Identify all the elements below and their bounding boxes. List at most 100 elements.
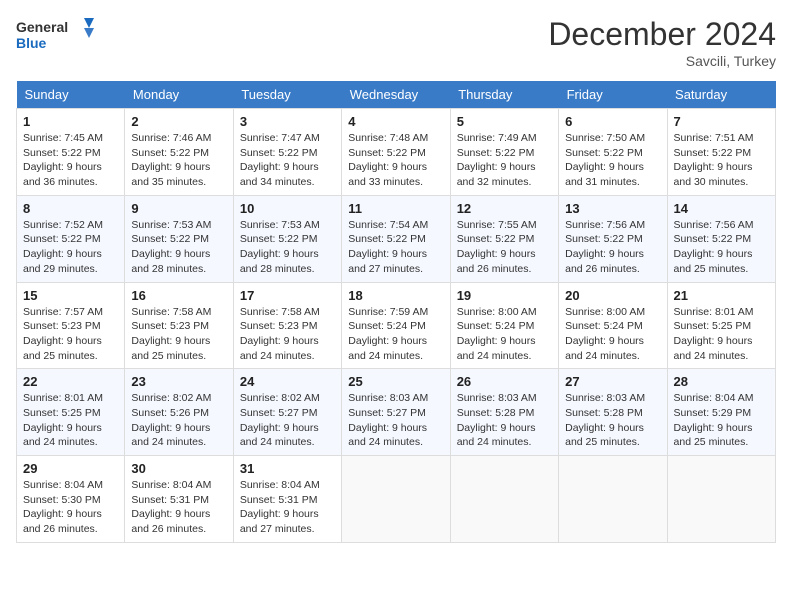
weekday-header-row: SundayMondayTuesdayWednesdayThursdayFrid… [17,81,776,109]
day-info: Sunrise: 7:57 AMSunset: 5:23 PMDaylight:… [23,305,118,364]
day-number: 24 [240,374,335,389]
day-info: Sunrise: 7:48 AMSunset: 5:22 PMDaylight:… [348,131,443,190]
calendar-week-row: 1 Sunrise: 7:45 AMSunset: 5:22 PMDaylight… [17,109,776,196]
calendar-cell: 2Sunrise: 7:46 AMSunset: 5:22 PMDaylight… [125,109,233,196]
calendar-cell: 24 Sunrise: 8:02 AMSunset: 5:27 PMDayligh… [233,369,341,456]
day-info: Sunrise: 7:56 AMSunset: 5:22 PMDaylight:… [565,218,660,277]
day-number: 27 [565,374,660,389]
weekday-header-monday: Monday [125,81,233,109]
calendar-cell [559,456,667,543]
day-info: Sunrise: 8:00 AMSunset: 5:24 PMDaylight:… [457,305,552,364]
calendar-cell: 30 Sunrise: 8:04 AMSunset: 5:31 PMDayligh… [125,456,233,543]
day-info: Sunrise: 7:47 AMSunset: 5:22 PMDaylight:… [240,131,335,190]
day-number: 6 [565,114,660,129]
day-info: Sunrise: 7:58 AMSunset: 5:23 PMDaylight:… [240,305,335,364]
calendar-cell: 1 Sunrise: 7:45 AMSunset: 5:22 PMDaylight… [17,109,125,196]
day-number: 19 [457,288,552,303]
day-info: Sunrise: 7:58 AMSunset: 5:23 PMDaylight:… [131,305,226,364]
weekday-header-tuesday: Tuesday [233,81,341,109]
day-info: Sunrise: 8:02 AMSunset: 5:27 PMDaylight:… [240,391,335,450]
day-info: Sunrise: 7:59 AMSunset: 5:24 PMDaylight:… [348,305,443,364]
weekday-header-sunday: Sunday [17,81,125,109]
day-number: 8 [23,201,118,216]
calendar-week-row: 29Sunrise: 8:04 AMSunset: 5:30 PMDayligh… [17,456,776,543]
day-info: Sunrise: 8:03 AMSunset: 5:27 PMDaylight:… [348,391,443,450]
day-info: Sunrise: 8:00 AMSunset: 5:24 PMDaylight:… [565,305,660,364]
day-info: Sunrise: 7:54 AMSunset: 5:22 PMDaylight:… [348,218,443,277]
logo-icon: General Blue [16,16,96,56]
calendar-cell: 31Sunrise: 8:04 AMSunset: 5:31 PMDayligh… [233,456,341,543]
location-subtitle: Savcili, Turkey [548,53,776,69]
calendar-cell: 28 Sunrise: 8:04 AMSunset: 5:29 PMDayligh… [667,369,775,456]
day-number: 11 [348,201,443,216]
day-info: Sunrise: 7:52 AMSunset: 5:22 PMDaylight:… [23,218,118,277]
calendar-cell [342,456,450,543]
calendar-cell: 18Sunrise: 7:59 AMSunset: 5:24 PMDayligh… [342,282,450,369]
month-title: December 2024 [548,16,776,53]
calendar-table: SundayMondayTuesdayWednesdayThursdayFrid… [16,81,776,543]
day-number: 17 [240,288,335,303]
day-number: 31 [240,461,335,476]
calendar-cell: 22 Sunrise: 8:01 AMSunset: 5:25 PMDayligh… [17,369,125,456]
calendar-cell: 29Sunrise: 8:04 AMSunset: 5:30 PMDayligh… [17,456,125,543]
day-number: 7 [674,114,769,129]
day-info: Sunrise: 7:56 AMSunset: 5:22 PMDaylight:… [674,218,769,277]
day-number: 16 [131,288,226,303]
day-info: Sunrise: 8:03 AMSunset: 5:28 PMDaylight:… [565,391,660,450]
day-info: Sunrise: 8:04 AMSunset: 5:31 PMDaylight:… [131,478,226,537]
calendar-cell: 4 Sunrise: 7:48 AMSunset: 5:22 PMDaylight… [342,109,450,196]
day-number: 5 [457,114,552,129]
day-info: Sunrise: 8:04 AMSunset: 5:29 PMDaylight:… [674,391,769,450]
calendar-cell [450,456,558,543]
day-number: 15 [23,288,118,303]
weekday-header-saturday: Saturday [667,81,775,109]
day-number: 10 [240,201,335,216]
day-info: Sunrise: 7:49 AMSunset: 5:22 PMDaylight:… [457,131,552,190]
page-header: General Blue December 2024 Savcili, Turk… [16,16,776,69]
day-info: Sunrise: 7:53 AMSunset: 5:22 PMDaylight:… [131,218,226,277]
day-number: 14 [674,201,769,216]
svg-text:General: General [16,19,68,35]
calendar-cell: 10 Sunrise: 7:53 AMSunset: 5:22 PMDayligh… [233,195,341,282]
weekday-header-friday: Friday [559,81,667,109]
calendar-cell: 13 Sunrise: 7:56 AMSunset: 5:22 PMDayligh… [559,195,667,282]
calendar-week-row: 22 Sunrise: 8:01 AMSunset: 5:25 PMDayligh… [17,369,776,456]
calendar-cell: 12Sunrise: 7:55 AMSunset: 5:22 PMDayligh… [450,195,558,282]
day-number: 28 [674,374,769,389]
calendar-cell: 27 Sunrise: 8:03 AMSunset: 5:28 PMDayligh… [559,369,667,456]
calendar-cell: 20Sunrise: 8:00 AMSunset: 5:24 PMDayligh… [559,282,667,369]
day-number: 13 [565,201,660,216]
calendar-cell: 5 Sunrise: 7:49 AMSunset: 5:22 PMDaylight… [450,109,558,196]
day-info: Sunrise: 7:45 AMSunset: 5:22 PMDaylight:… [23,131,118,190]
day-number: 30 [131,461,226,476]
calendar-cell: 14 Sunrise: 7:56 AMSunset: 5:22 PMDayligh… [667,195,775,282]
day-number: 12 [457,201,552,216]
day-number: 2 [131,114,226,129]
weekday-header-thursday: Thursday [450,81,558,109]
day-number: 29 [23,461,118,476]
calendar-cell: 21Sunrise: 8:01 AMSunset: 5:25 PMDayligh… [667,282,775,369]
day-number: 1 [23,114,118,129]
day-number: 3 [240,114,335,129]
title-block: December 2024 Savcili, Turkey [548,16,776,69]
calendar-cell: 15 Sunrise: 7:57 AMSunset: 5:23 PMDayligh… [17,282,125,369]
day-number: 26 [457,374,552,389]
calendar-cell: 9Sunrise: 7:53 AMSunset: 5:22 PMDaylight… [125,195,233,282]
calendar-cell: 26Sunrise: 8:03 AMSunset: 5:28 PMDayligh… [450,369,558,456]
svg-text:Blue: Blue [16,35,47,51]
day-number: 4 [348,114,443,129]
calendar-cell: 6 Sunrise: 7:50 AMSunset: 5:22 PMDaylight… [559,109,667,196]
calendar-cell: 3 Sunrise: 7:47 AMSunset: 5:22 PMDaylight… [233,109,341,196]
day-info: Sunrise: 7:53 AMSunset: 5:22 PMDaylight:… [240,218,335,277]
weekday-header-wednesday: Wednesday [342,81,450,109]
calendar-cell: 7 Sunrise: 7:51 AMSunset: 5:22 PMDaylight… [667,109,775,196]
calendar-cell: 25Sunrise: 8:03 AMSunset: 5:27 PMDayligh… [342,369,450,456]
day-info: Sunrise: 8:01 AMSunset: 5:25 PMDaylight:… [674,305,769,364]
day-info: Sunrise: 7:51 AMSunset: 5:22 PMDaylight:… [674,131,769,190]
calendar-cell: 16 Sunrise: 7:58 AMSunset: 5:23 PMDayligh… [125,282,233,369]
calendar-cell: 8 Sunrise: 7:52 AMSunset: 5:22 PMDaylight… [17,195,125,282]
day-info: Sunrise: 8:01 AMSunset: 5:25 PMDaylight:… [23,391,118,450]
day-info: Sunrise: 7:50 AMSunset: 5:22 PMDaylight:… [565,131,660,190]
day-number: 22 [23,374,118,389]
calendar-cell: 23Sunrise: 8:02 AMSunset: 5:26 PMDayligh… [125,369,233,456]
